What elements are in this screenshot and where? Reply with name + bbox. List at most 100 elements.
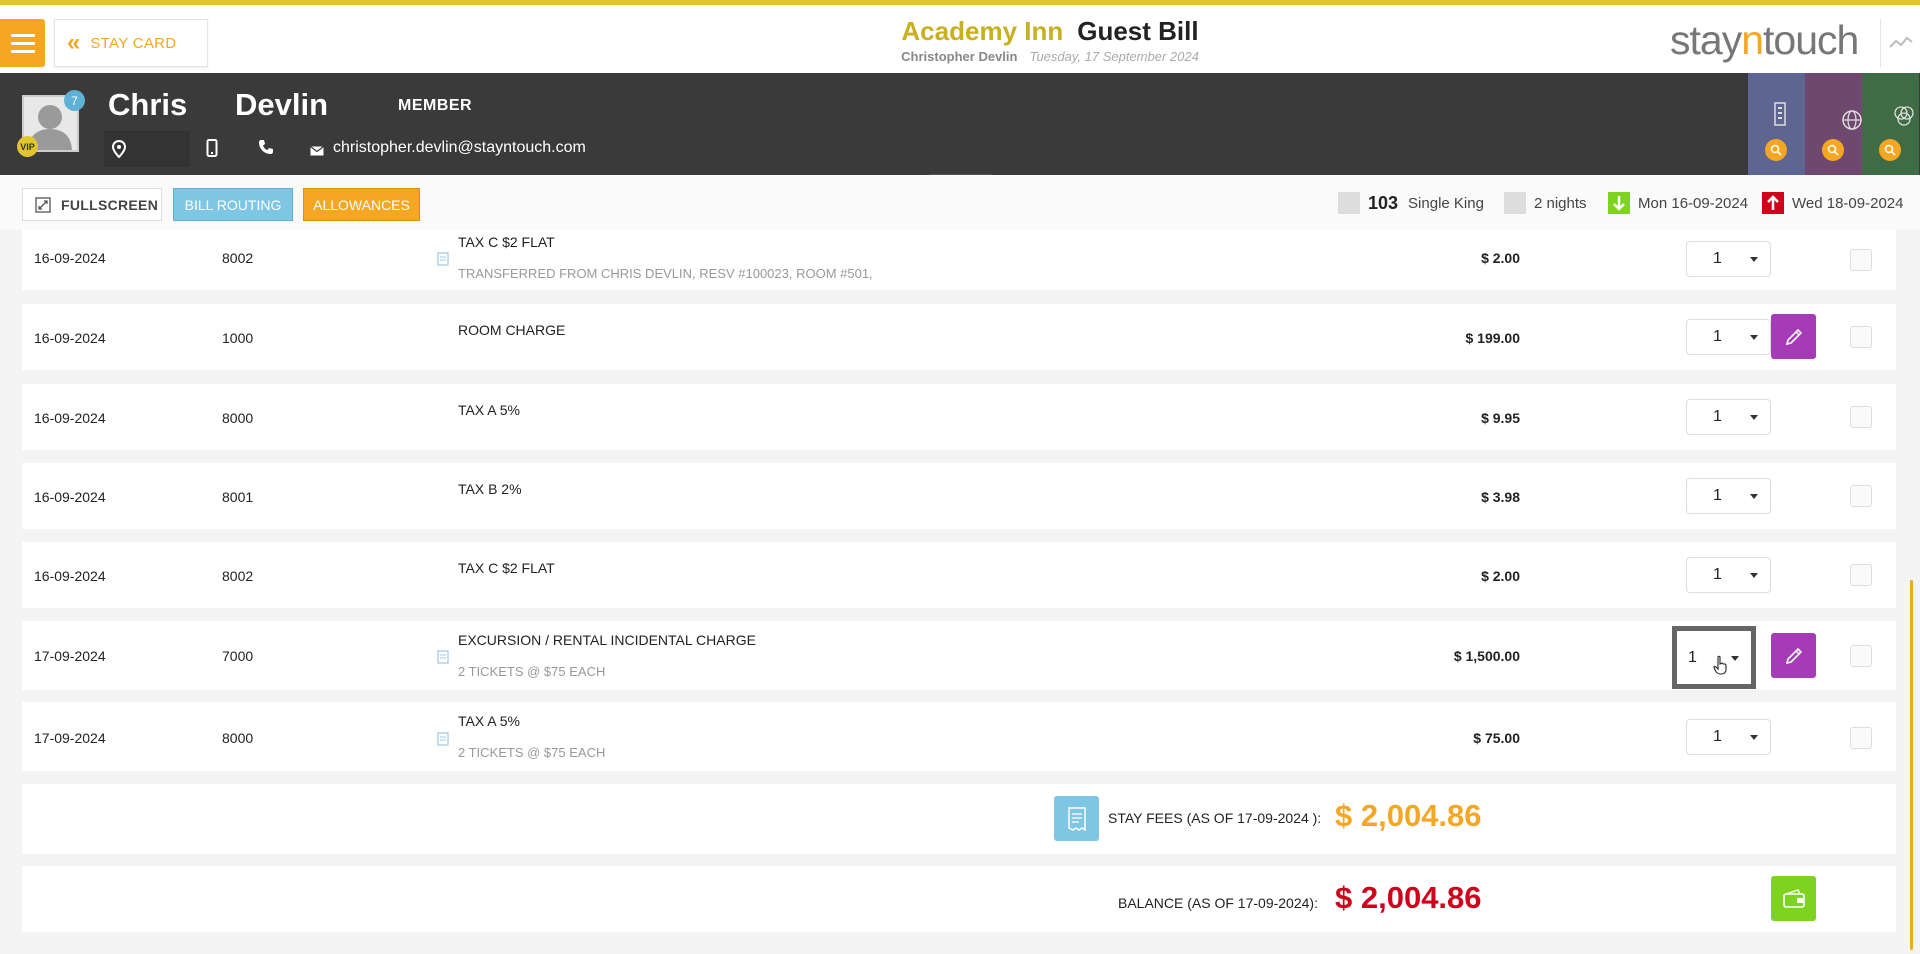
building-icon	[1774, 102, 1786, 126]
document-icon	[437, 650, 449, 669]
transaction-date: 16-09-2024	[34, 568, 106, 584]
transaction-date: 17-09-2024	[34, 730, 106, 746]
charge-code: 8002	[222, 568, 254, 584]
quantity-value: 1	[1688, 648, 1697, 666]
quantity-dropdown[interactable]: 1	[1686, 399, 1771, 435]
quantity-dropdown[interactable]: 1	[1686, 478, 1771, 514]
membership-label: MEMBER	[398, 97, 473, 114]
hamburger-menu-button[interactable]	[0, 19, 45, 67]
transaction-row[interactable]: 16-09-2024 8001 TAX B 2% $ 3.98 1	[22, 463, 1896, 529]
stay-fees-label: STAY FEES (AS OF 17-09-2024 ):	[1108, 810, 1322, 826]
payment-button[interactable]	[1771, 876, 1816, 921]
row-checkbox[interactable]	[1850, 485, 1872, 507]
double-chevron-left-icon: «	[67, 29, 81, 56]
transaction-amount: $ 9.95	[1481, 410, 1520, 426]
transaction-date: 16-09-2024	[34, 410, 106, 426]
row-checkbox[interactable]	[1850, 564, 1872, 586]
departure-info: Wed 18-09-2024	[1762, 192, 1903, 214]
edit-charge-button[interactable]	[1771, 633, 1816, 678]
telephone-icon[interactable]	[258, 139, 274, 160]
arrival-arrow-down-icon	[1608, 192, 1630, 214]
pencil-icon	[1785, 328, 1802, 345]
menu-line	[10, 41, 35, 45]
activity-graph-button[interactable]	[1880, 19, 1920, 67]
quantity-dropdown[interactable]: 1	[1686, 241, 1771, 277]
charge-code: 8001	[222, 489, 254, 505]
transaction-amount: $ 199.00	[1465, 330, 1521, 346]
hand-cursor-icon	[1713, 655, 1727, 675]
row-checkbox[interactable]	[1850, 727, 1872, 749]
scrollbar[interactable]	[1910, 580, 1913, 950]
connections-tab[interactable]	[1862, 73, 1919, 175]
edit-charge-button[interactable]	[1771, 314, 1816, 359]
brand-logo-part: touch	[1763, 17, 1859, 63]
transaction-date: 16-09-2024	[34, 489, 106, 505]
circles-icon	[1894, 106, 1914, 126]
guest-header: 7 VIP Chris Devlin MEMBER christopher.de…	[0, 73, 1920, 182]
transaction-amount: $ 75.00	[1473, 730, 1520, 746]
transaction-row[interactable]: 16-09-2024 8000 TAX A 5% $ 9.95 1	[22, 384, 1896, 450]
charge-code: 7000	[222, 648, 254, 664]
document-icon	[437, 252, 449, 271]
quantity-dropdown[interactable]: 1	[1686, 557, 1771, 593]
balance-label: BALANCE (AS OF 17-09-2024):	[1118, 895, 1318, 911]
guest-first-name: Chris	[108, 87, 188, 122]
departure-arrow-up-icon	[1762, 192, 1784, 214]
fullscreen-button[interactable]: FULLSCREEN	[22, 188, 162, 221]
business-date: Tuesday, 17 September 2024	[1029, 49, 1199, 64]
caret-down-icon	[1750, 573, 1758, 578]
receipt-button[interactable]	[1054, 796, 1099, 841]
nights-count: 2 nights	[1534, 194, 1587, 212]
fullscreen-label: FULLSCREEN	[61, 196, 159, 213]
hotel-tab[interactable]	[1748, 73, 1805, 175]
transaction-date: 17-09-2024	[34, 648, 106, 664]
globe-tab[interactable]	[1805, 73, 1862, 175]
notification-count-badge[interactable]: 7	[64, 90, 85, 111]
quantity-dropdown[interactable]: 1	[1686, 719, 1771, 755]
hotel-name: Academy Inn	[901, 16, 1064, 46]
stay-fees-row: STAY FEES (AS OF 17-09-2024 ): $ 2,004.8…	[22, 784, 1896, 854]
row-checkbox[interactable]	[1850, 326, 1872, 348]
mobile-phone-icon[interactable]	[206, 139, 218, 162]
quantity-dropdown[interactable]: 1	[1672, 626, 1756, 689]
caret-down-icon	[1750, 335, 1758, 340]
location-pin-icon	[112, 140, 126, 158]
quantity-dropdown[interactable]: 1	[1686, 319, 1771, 355]
document-icon	[437, 732, 449, 751]
charge-code: 8000	[222, 730, 254, 746]
moon-icon	[1504, 192, 1526, 214]
transaction-row[interactable]: 17-09-2024 8000 TAX A 5% 2 TICKETS @ $75…	[22, 702, 1896, 771]
back-button-label: STAY CARD	[90, 34, 177, 52]
quantity-value: 1	[1713, 728, 1722, 745]
row-checkbox[interactable]	[1850, 645, 1872, 667]
transaction-row[interactable]: 16-09-2024 1000 ROOM CHARGE $ 199.00 1	[22, 304, 1896, 370]
transaction-amount: $ 3.98	[1481, 489, 1520, 505]
caret-down-icon	[1750, 415, 1758, 420]
charge-code: 8002	[222, 250, 254, 266]
back-to-stay-card-button[interactable]: « STAY CARD	[54, 19, 208, 67]
allowances-button[interactable]: ALLOWANCES	[303, 188, 420, 221]
transaction-description: TAX A 5%	[458, 713, 520, 729]
globe-icon	[1842, 110, 1862, 130]
caret-down-icon	[1750, 494, 1758, 499]
transaction-row[interactable]: 17-09-2024 7000 EXCURSION / RENTAL INCID…	[22, 621, 1896, 690]
room-info: 103 Single King	[1338, 192, 1484, 214]
row-checkbox[interactable]	[1850, 249, 1872, 271]
row-checkbox[interactable]	[1850, 406, 1872, 428]
address-field[interactable]	[104, 131, 190, 167]
transaction-detail: TRANSFERRED FROM CHRIS DEVLIN, RESV #100…	[458, 266, 873, 281]
transaction-row[interactable]: 16-09-2024 8002 TAX C $2 FLAT $ 2.00 1	[22, 542, 1896, 608]
guest-full-name: Christopher Devlin	[901, 49, 1018, 64]
quantity-value: 1	[1713, 566, 1722, 583]
search-icon	[1822, 139, 1844, 161]
transaction-detail: 2 TICKETS @ $75 EACH	[458, 664, 606, 679]
transaction-description: TAX B 2%	[458, 481, 522, 497]
caret-down-icon	[1750, 735, 1758, 740]
guest-email[interactable]: christopher.devlin@stayntouch.com	[333, 139, 586, 157]
transaction-amount: $ 1,500.00	[1453, 648, 1520, 664]
envelope-icon	[310, 143, 324, 161]
transaction-row[interactable]: 16-09-2024 8002 TAX C $2 FLAT TRANSFERRE…	[22, 230, 1896, 290]
transaction-description: ROOM CHARGE	[458, 322, 566, 338]
caret-down-icon	[1731, 655, 1739, 661]
bill-routing-button[interactable]: BILL ROUTING	[173, 188, 293, 221]
